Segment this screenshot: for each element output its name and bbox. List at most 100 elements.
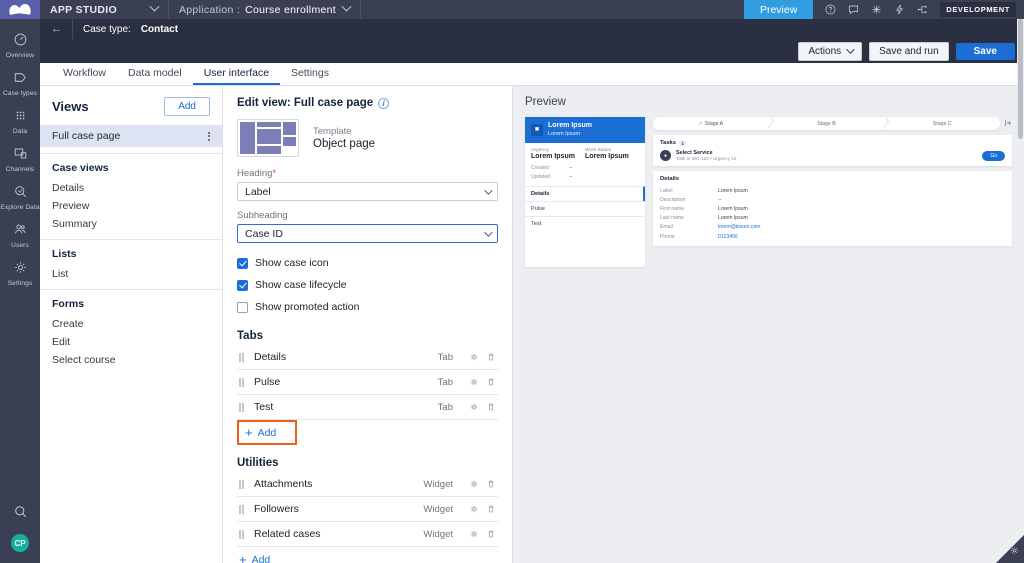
sidebar-item-overview[interactable]: Overview xyxy=(0,27,40,65)
table-row[interactable]: Attachments Widget xyxy=(237,472,498,497)
preview-tab-pulse[interactable]: Pulse xyxy=(525,200,645,216)
preview-case-heading-group: Lorem Ipsum Lorem Ipsum xyxy=(548,122,592,138)
top-bar: APP STUDIO Application : Course enrollme… xyxy=(0,0,1024,19)
delete-icon[interactable] xyxy=(486,377,496,387)
application-selector[interactable]: Application : Course enrollment xyxy=(169,0,361,19)
sidebar-item-data[interactable]: Data xyxy=(0,103,40,141)
delete-icon[interactable] xyxy=(486,504,496,514)
sidebar-item-explore-data[interactable]: Explore Data xyxy=(0,179,40,217)
tab-data-model[interactable]: Data model xyxy=(117,63,193,85)
stage-item-a[interactable]: ✓ Stage A xyxy=(653,121,769,127)
preview-case-primary-fields: Urgency Lorem Ipsum Work Status Lorem Ip… xyxy=(531,148,639,160)
sidebar-item-list[interactable]: List xyxy=(40,265,222,283)
actions-button[interactable]: Actions xyxy=(798,41,863,61)
sidebar-item-create[interactable]: Create xyxy=(40,315,222,333)
main-body: ← Case type: Contact Actions Save and ru… xyxy=(40,19,1024,563)
tab-workflow[interactable]: Workflow xyxy=(52,63,117,85)
detail-value-phone[interactable]: 0123456 xyxy=(718,234,738,240)
gear-icon[interactable] xyxy=(469,402,479,412)
app-studio-label: APP STUDIO xyxy=(50,3,117,16)
save-and-run-button[interactable]: Save and run xyxy=(869,41,949,61)
sidebar-item-edit[interactable]: Edit xyxy=(40,333,222,351)
table-row[interactable]: Details Tab xyxy=(237,345,498,370)
add-utility-button[interactable]: + Add xyxy=(237,547,498,563)
tab-settings[interactable]: Settings xyxy=(280,63,340,85)
show-case-lifecycle-checkbox[interactable] xyxy=(237,279,248,291)
help-icon[interactable] xyxy=(825,4,836,15)
gear-icon[interactable] xyxy=(469,504,479,514)
search-icon[interactable] xyxy=(13,504,28,522)
more-options-icon[interactable] xyxy=(208,131,210,141)
table-row[interactable]: Followers Widget xyxy=(237,497,498,522)
show-case-lifecycle-row[interactable]: Show case lifecycle xyxy=(237,274,498,296)
app-studio-menu[interactable]: APP STUDIO xyxy=(40,0,169,19)
show-case-icon-row[interactable]: Show case icon xyxy=(237,252,498,274)
delete-icon[interactable] xyxy=(486,352,496,362)
collapse-icon[interactable] xyxy=(1004,119,1012,129)
utility-row-type: Widget xyxy=(423,528,453,540)
gear-icon[interactable] xyxy=(469,377,479,387)
app-logo[interactable] xyxy=(0,0,40,19)
gear-icon[interactable] xyxy=(1009,545,1020,559)
sparkle-icon[interactable] xyxy=(871,4,882,15)
tabs-section-title: Tabs xyxy=(237,330,263,342)
show-promoted-action-row[interactable]: Show promoted action xyxy=(237,296,498,318)
info-icon[interactable]: i xyxy=(378,97,390,109)
tab-row-type: Tab xyxy=(437,401,453,413)
divider xyxy=(72,19,73,39)
page-scrollbar[interactable] xyxy=(1017,19,1024,563)
drag-handle-icon[interactable] xyxy=(239,402,247,412)
table-row[interactable]: Related cases Widget xyxy=(237,522,498,547)
drag-handle-icon[interactable] xyxy=(239,529,247,539)
sidebar-item-settings[interactable]: Settings xyxy=(0,255,40,293)
sidebar-item-preview[interactable]: Preview xyxy=(40,197,222,215)
sidebar-item-summary[interactable]: Summary xyxy=(40,215,222,233)
comment-icon[interactable] xyxy=(848,4,859,15)
stage-item-b[interactable]: Stage B xyxy=(769,121,885,127)
table-row[interactable]: Pulse Tab xyxy=(237,370,498,395)
sidebar-item-case-types[interactable]: Case types xyxy=(0,65,40,103)
preview-tab-details[interactable]: Details xyxy=(525,185,645,201)
back-arrow-icon[interactable]: ← xyxy=(51,23,62,35)
drag-handle-icon[interactable] xyxy=(239,479,247,489)
app-studio-window: APP STUDIO Application : Course enrollme… xyxy=(0,0,1024,563)
corner-settings-widget[interactable] xyxy=(990,529,1024,563)
table-row[interactable]: Test Tab xyxy=(237,395,498,420)
go-button[interactable]: Go xyxy=(982,150,1005,161)
delete-icon[interactable] xyxy=(486,529,496,539)
show-promoted-action-checkbox[interactable] xyxy=(237,301,248,313)
sidebar-item-channels[interactable]: Channels xyxy=(0,141,40,179)
subheading-select[interactable]: Case ID xyxy=(237,224,498,243)
delete-icon[interactable] xyxy=(486,402,496,412)
channels-icon xyxy=(13,146,28,164)
tab-user-interface[interactable]: User interface xyxy=(192,63,281,85)
breadcrumb-prefix: Case type: xyxy=(83,23,131,35)
heading-select[interactable]: Label xyxy=(237,182,498,201)
detail-value: Lorem Ipsum xyxy=(718,215,748,222)
drag-handle-icon[interactable] xyxy=(239,352,247,362)
detail-value-email[interactable]: lorem@ipsum.com xyxy=(718,224,761,230)
drag-handle-icon[interactable] xyxy=(239,504,247,514)
scrollbar-thumb[interactable] xyxy=(1018,19,1023,139)
preview-tab-test[interactable]: Test xyxy=(525,215,645,231)
delete-icon[interactable] xyxy=(486,479,496,489)
add-tab-button[interactable]: + Add xyxy=(237,420,297,445)
show-case-icon-checkbox[interactable] xyxy=(237,257,248,269)
branch-icon[interactable] xyxy=(917,4,928,15)
preview-button[interactable]: Preview xyxy=(743,0,814,19)
add-view-button[interactable]: Add xyxy=(164,97,210,116)
gear-icon[interactable] xyxy=(469,352,479,362)
sidebar-item-users[interactable]: Users xyxy=(0,217,40,255)
lightning-icon[interactable] xyxy=(894,4,905,15)
stage-item-c[interactable]: Stage C xyxy=(884,121,1000,127)
gear-icon[interactable] xyxy=(469,479,479,489)
avatar[interactable]: CP xyxy=(11,534,29,552)
views-pane: Views Add Full case page Case views Deta… xyxy=(40,86,223,563)
save-button[interactable]: Save xyxy=(955,42,1015,60)
sidebar-item-details[interactable]: Details xyxy=(40,179,222,197)
preview-case-header: ■ Lorem Ipsum Lorem Ipsum xyxy=(525,117,645,143)
view-item-full-case-page[interactable]: Full case page xyxy=(40,125,222,147)
sidebar-item-select-course[interactable]: Select course xyxy=(40,351,222,369)
gear-icon[interactable] xyxy=(469,529,479,539)
drag-handle-icon[interactable] xyxy=(239,377,247,387)
